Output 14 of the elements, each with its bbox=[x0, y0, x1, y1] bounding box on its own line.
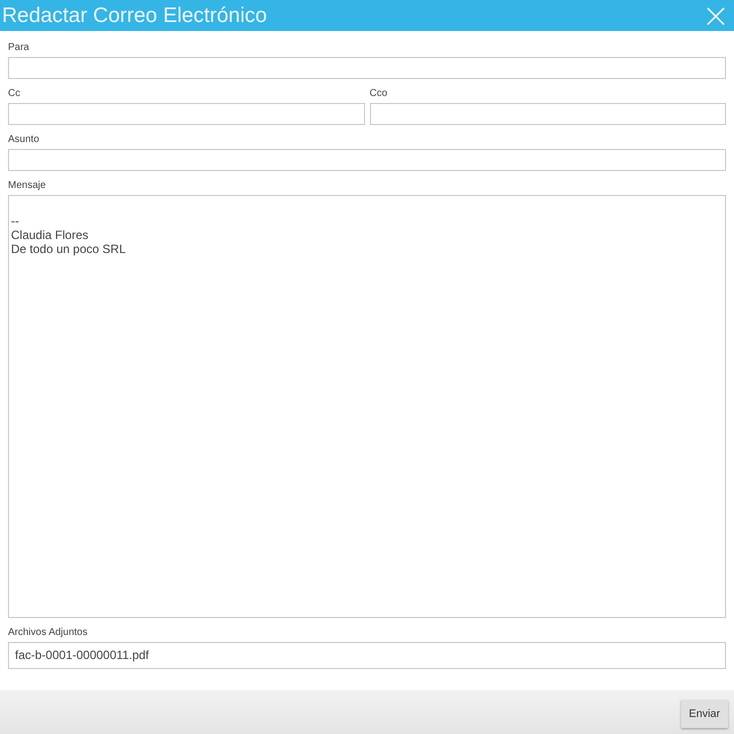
field-label: Cc bbox=[8, 87, 20, 100]
message-field[interactable]: -- Claudia Flores De todo un poco SRL bbox=[8, 195, 726, 618]
attachment-field[interactable]: fac-b-0001-00000011.pdf bbox=[8, 642, 726, 669]
field-label: Cco bbox=[370, 87, 388, 100]
input-field[interactable] bbox=[8, 149, 726, 171]
field-label: Para bbox=[8, 41, 30, 54]
input-field[interactable] bbox=[370, 103, 726, 125]
send-button[interactable]: Enviar bbox=[681, 700, 728, 728]
field-label: Asunto bbox=[8, 133, 40, 146]
field-label: Mensaje bbox=[8, 179, 46, 192]
input-field[interactable] bbox=[8, 103, 364, 125]
window-title: Redactar Correo Electrónico bbox=[1, 3, 267, 29]
input-field[interactable] bbox=[8, 57, 726, 79]
field-label: Archivos Adjuntos bbox=[8, 626, 88, 639]
